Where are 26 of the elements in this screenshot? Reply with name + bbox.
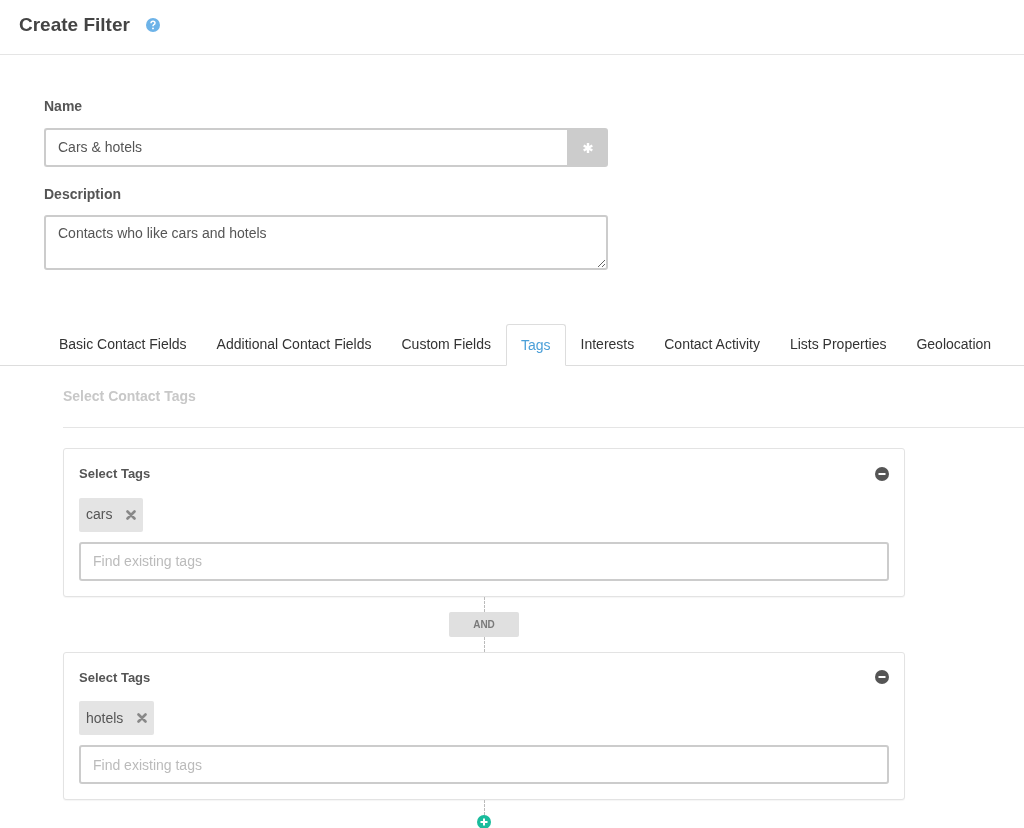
tab[interactable]: Additional Contact Fields	[201, 324, 387, 365]
tab[interactable]: Basic Contact Fields	[44, 324, 202, 365]
group-title: Select Tags	[79, 465, 151, 483]
tag-label: hotels	[86, 708, 124, 728]
name-field[interactable]: Cars & hotels	[44, 128, 567, 167]
tab[interactable]: Lists Properties	[774, 324, 902, 365]
tab[interactable]: Interests	[565, 324, 650, 365]
group-title: Select Tags	[79, 668, 151, 687]
page-title: Create Filter	[19, 12, 130, 37]
field-label: Name	[44, 97, 84, 116]
remove-icon[interactable]	[875, 466, 889, 481]
tab[interactable]: Contact Activity	[649, 324, 775, 365]
generate-button[interactable]	[567, 128, 608, 167]
tab[interactable]: Custom Fields	[386, 324, 506, 365]
tab[interactable]: Geolocation	[901, 324, 1007, 365]
remove-icon[interactable]	[875, 670, 889, 685]
close-icon[interactable]	[126, 509, 137, 520]
tag-search-field[interactable]: Find existing tags	[79, 541, 889, 581]
tag-label: cars	[86, 505, 113, 524]
tag-search-field[interactable]: Find existing tags	[79, 745, 889, 784]
help-icon[interactable]	[145, 18, 160, 32]
field-label: Description	[44, 185, 122, 204]
asterisk-icon	[581, 141, 594, 154]
close-icon[interactable]	[137, 713, 148, 723]
add-icon[interactable]	[477, 815, 491, 828]
description-field[interactable]: Contacts who like cars and hotels	[44, 215, 608, 270]
